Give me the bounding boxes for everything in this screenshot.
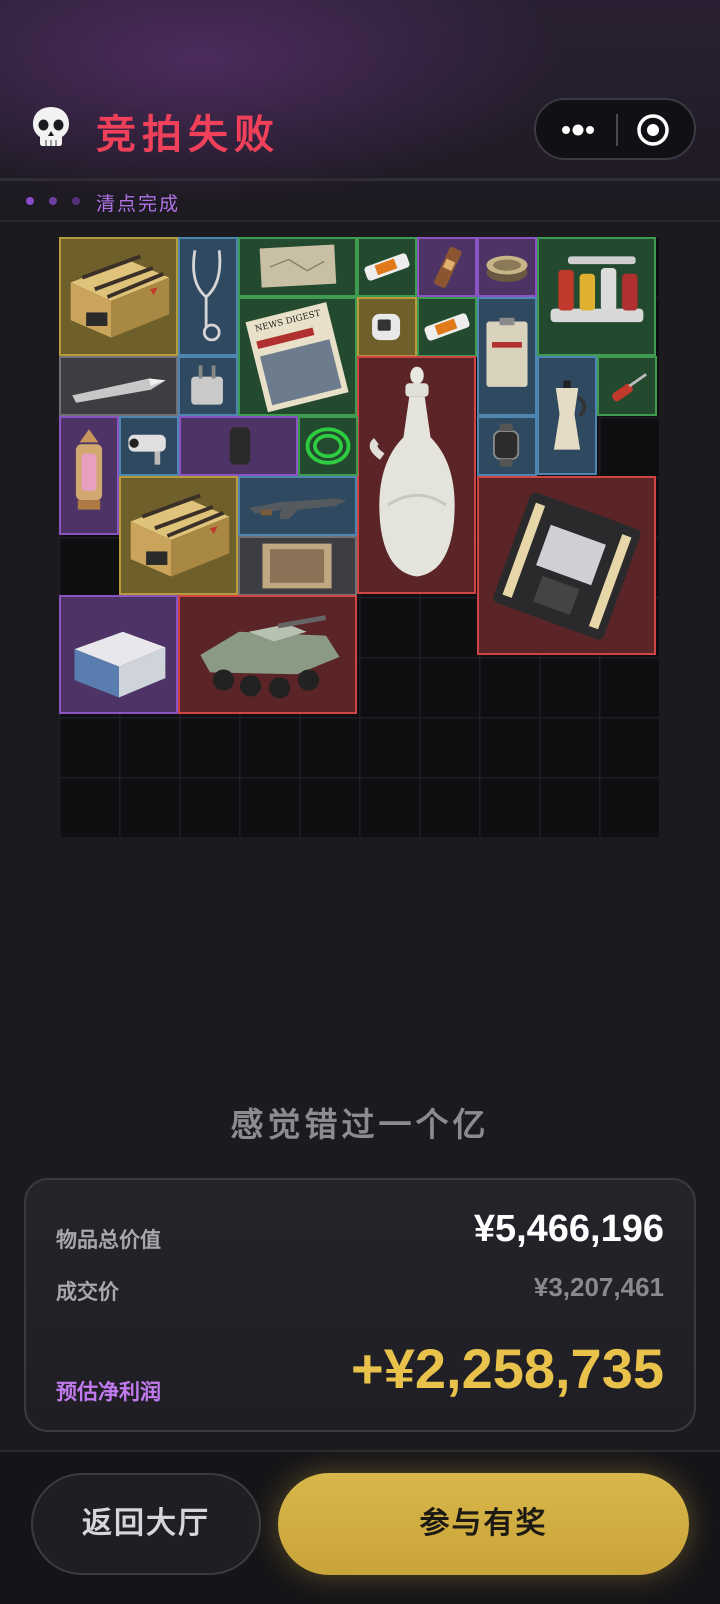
shaker-icon bbox=[74, 631, 166, 698]
summary-card: 物品总价值 ¥5,466,196 成交价 ¥3,207,461 预估净利润 +¥… bbox=[24, 1178, 696, 1432]
item-utility-knife[interactable] bbox=[59, 356, 178, 416]
watch-icon bbox=[493, 423, 520, 467]
item-canned-food[interactable] bbox=[477, 237, 537, 297]
skull-icon bbox=[33, 107, 69, 146]
item-hard-drive[interactable] bbox=[179, 416, 298, 476]
capsule-divider bbox=[616, 114, 618, 146]
mini-program-capsule bbox=[534, 98, 696, 160]
vehicle-icon bbox=[200, 615, 340, 699]
status-text: 清点完成 bbox=[96, 193, 181, 215]
item-supply-crate[interactable] bbox=[59, 237, 178, 356]
item-old-map[interactable] bbox=[238, 237, 357, 297]
progress-dot bbox=[26, 197, 34, 205]
gpu-icon bbox=[493, 492, 641, 640]
item-security-camera[interactable] bbox=[119, 416, 179, 476]
page-title: 竞拍失败 bbox=[96, 112, 280, 158]
oximeter-icon bbox=[372, 313, 401, 341]
battery-icon bbox=[364, 253, 410, 281]
inventory-grid: NEWS DIGEST bbox=[59, 237, 659, 837]
item-graphics-card[interactable] bbox=[477, 476, 656, 655]
crate-icon bbox=[70, 254, 170, 338]
deal-price-value: ¥3,207,461 bbox=[533, 1272, 664, 1302]
stethoscope-icon bbox=[192, 250, 222, 342]
header: 竞拍失败 bbox=[0, 96, 720, 178]
map-icon bbox=[259, 244, 337, 288]
status-divider bbox=[0, 220, 720, 222]
item-battery[interactable] bbox=[417, 297, 477, 357]
item-pulse-oximeter[interactable] bbox=[357, 297, 417, 357]
item-rifle[interactable] bbox=[238, 476, 357, 536]
item-newspaper[interactable]: NEWS DIGEST bbox=[238, 297, 357, 416]
spice-rack-icon bbox=[550, 256, 644, 323]
back-to-lobby-button[interactable]: 返回大厅 bbox=[31, 1473, 261, 1575]
can-icon bbox=[486, 255, 528, 282]
screwdriver-icon bbox=[612, 373, 647, 402]
item-clipboard[interactable] bbox=[477, 297, 537, 416]
profit-value: +¥2,258,735 bbox=[351, 1337, 664, 1400]
target-icon[interactable] bbox=[636, 113, 670, 147]
item-supply-crate[interactable] bbox=[119, 476, 238, 595]
deal-price-label: 成交价 bbox=[56, 1280, 119, 1304]
photo-icon bbox=[262, 543, 332, 589]
item-moka-pot[interactable] bbox=[537, 356, 597, 475]
drive-icon bbox=[229, 427, 251, 465]
item-cable-coil[interactable] bbox=[298, 416, 358, 476]
adapter-icon bbox=[191, 365, 223, 405]
item-spice-rack[interactable] bbox=[537, 237, 656, 356]
item-porcelain-vase[interactable] bbox=[357, 356, 476, 594]
newspaper-icon: NEWS DIGEST bbox=[245, 302, 349, 413]
item-lab-shaker[interactable] bbox=[59, 595, 178, 714]
total-value: ¥5,466,196 bbox=[473, 1208, 664, 1250]
bar-icon bbox=[434, 246, 462, 288]
total-value-label: 物品总价值 bbox=[56, 1228, 161, 1252]
progress-dot bbox=[72, 197, 80, 205]
item-lantern[interactable] bbox=[59, 416, 119, 535]
item-old-photo[interactable] bbox=[238, 536, 357, 596]
more-icon[interactable] bbox=[556, 116, 600, 144]
item-travel-adapter[interactable] bbox=[178, 356, 238, 416]
vase-icon bbox=[369, 366, 455, 577]
battery-icon bbox=[424, 313, 470, 341]
clipboard-icon bbox=[486, 317, 528, 387]
crate-icon bbox=[130, 493, 230, 577]
camera-icon bbox=[128, 434, 166, 465]
cable-icon bbox=[305, 427, 351, 465]
join-reward-button[interactable]: 参与有奖 bbox=[278, 1473, 689, 1575]
item-smartwatch[interactable] bbox=[477, 416, 537, 476]
moka-pot-icon bbox=[553, 380, 587, 450]
status-row: 清点完成 bbox=[0, 181, 720, 219]
lantern-icon bbox=[75, 429, 103, 510]
item-protein-bar[interactable] bbox=[417, 237, 477, 297]
item-battery[interactable] bbox=[357, 237, 417, 297]
slogan-text: 感觉错过一个亿 bbox=[230, 1105, 490, 1144]
profit-label: 预估净利润 bbox=[56, 1380, 161, 1404]
item-screwdriver[interactable] bbox=[597, 356, 657, 416]
item-armored-vehicle[interactable] bbox=[178, 595, 357, 714]
rifle-icon bbox=[249, 498, 347, 520]
item-stethoscope[interactable] bbox=[178, 237, 238, 356]
progress-dot bbox=[49, 197, 57, 205]
knife-icon bbox=[72, 378, 166, 403]
